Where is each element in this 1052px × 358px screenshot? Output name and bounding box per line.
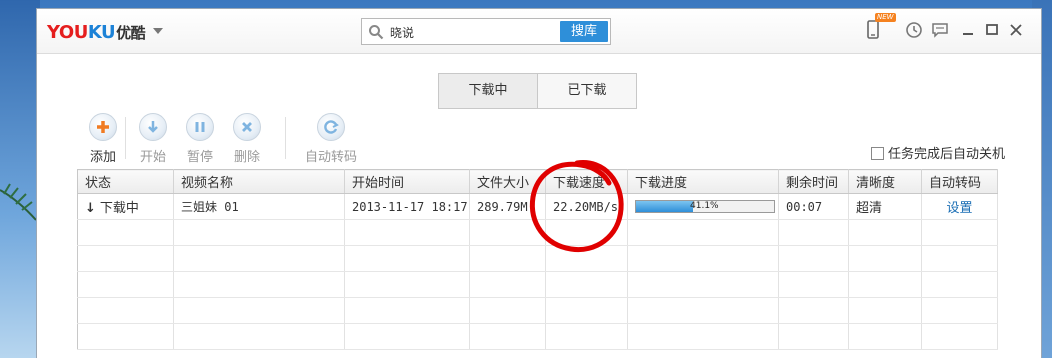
toolbar-divider: [285, 117, 286, 159]
delete-x-icon: [233, 113, 261, 141]
table-header-row: 状态 视频名称 开始时间 文件大小 下载速度 下载进度 剩余时间 清晰度 自动转…: [77, 169, 998, 194]
progress-text: 41.1%: [690, 201, 719, 211]
delete-label: 删除: [233, 150, 260, 165]
remaining-time-cell: 00:07: [778, 193, 849, 220]
col-download-progress[interactable]: 下载进度: [627, 169, 779, 194]
auto-shutdown-option[interactable]: 任务完成后自动关机: [871, 143, 1005, 162]
youku-downloader-window: YOUKU优酷 搜库 NEW: [36, 8, 1042, 358]
maximize-icon[interactable]: [981, 19, 1003, 41]
progress-bar: 41.1%: [635, 200, 775, 213]
logo-dropdown-icon[interactable]: [153, 28, 163, 34]
table-row: [77, 271, 998, 298]
progress-cell: 41.1%: [627, 193, 779, 220]
col-quality[interactable]: 清晰度: [848, 169, 922, 194]
col-auto-transcode[interactable]: 自动转码: [921, 169, 998, 194]
logo-you: YOU: [47, 22, 88, 43]
auto-transcode-label: 自动转码: [304, 150, 357, 165]
table-row[interactable]: ↓ 下载中 三姐妹 01 2013-11-17 18:17 289.79M 22.…: [77, 193, 998, 220]
table-row: [77, 297, 998, 324]
col-start-time[interactable]: 开始时间: [344, 169, 470, 194]
col-status[interactable]: 状态: [77, 169, 174, 194]
download-table: 状态 视频名称 开始时间 文件大小 下载速度 下载进度 剩余时间 清晰度 自动转…: [77, 169, 998, 350]
close-icon[interactable]: [1005, 19, 1027, 41]
status-text: 下载中: [99, 201, 139, 216]
logo-cn: 优酷: [116, 24, 146, 42]
col-remaining-time[interactable]: 剩余时间: [778, 169, 849, 194]
search-box: 搜库: [361, 18, 611, 45]
download-tabs: 下载中 已下载: [438, 73, 637, 109]
col-video-name[interactable]: 视频名称: [173, 169, 345, 194]
search-input[interactable]: [390, 23, 550, 41]
new-badge: NEW: [875, 13, 896, 22]
delete-button[interactable]: 删除: [217, 113, 277, 165]
col-file-size[interactable]: 文件大小: [469, 169, 546, 194]
start-time-cell: 2013-11-17 18:17: [344, 193, 470, 220]
desktop-background-left: [0, 0, 40, 358]
transcode-cell: 设置: [921, 193, 998, 220]
refresh-icon: [317, 113, 345, 141]
table-row: [77, 245, 998, 272]
status-cell: ↓ 下载中: [77, 193, 174, 220]
download-arrow-icon: [139, 113, 167, 141]
message-icon[interactable]: [929, 19, 951, 41]
title-bar: YOUKU优酷 搜库 NEW: [37, 9, 1041, 54]
speed-cell: 22.20MB/s: [545, 193, 628, 220]
auto-shutdown-checkbox[interactable]: [871, 147, 884, 160]
down-arrow-icon: ↓: [85, 201, 96, 216]
mobile-icon[interactable]: NEW: [863, 13, 896, 41]
quality-cell: 超清: [848, 193, 922, 220]
auto-transcode-button[interactable]: 自动转码: [296, 113, 366, 165]
table-row: [77, 323, 998, 350]
title-bar-controls: NEW: [863, 13, 1033, 43]
table-row: [77, 219, 998, 246]
pause-icon: [186, 113, 214, 141]
progress-fill: [636, 201, 693, 212]
transcode-settings-link[interactable]: 设置: [946, 201, 972, 216]
tab-downloaded[interactable]: 已下载: [538, 74, 636, 108]
palm-leaf-decoration: [0, 183, 37, 221]
col-download-speed[interactable]: 下载速度: [545, 169, 628, 194]
file-size-cell: 289.79M: [469, 193, 546, 220]
logo-ku: KU: [87, 22, 116, 43]
video-name-cell: 三姐妹 01: [173, 193, 345, 220]
history-clock-icon[interactable]: [903, 19, 925, 41]
youku-logo[interactable]: YOUKU优酷: [47, 22, 146, 43]
search-button[interactable]: 搜库: [560, 21, 608, 42]
add-icon: [89, 113, 117, 141]
minimize-icon[interactable]: [957, 19, 979, 41]
auto-shutdown-label: 任务完成后自动关机: [888, 147, 1006, 162]
tab-downloading[interactable]: 下载中: [439, 74, 538, 108]
search-icon: [369, 25, 384, 40]
